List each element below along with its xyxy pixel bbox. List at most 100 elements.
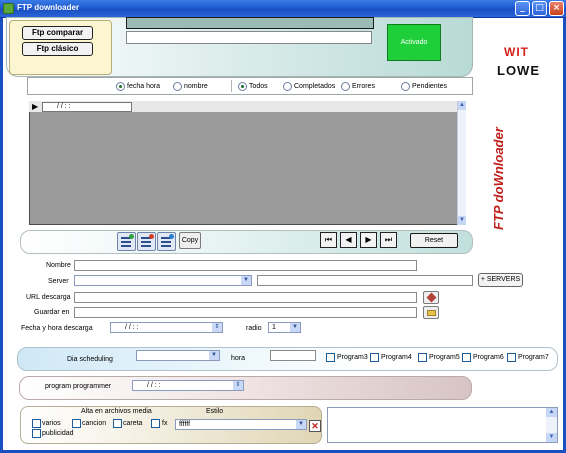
fx-checkbox[interactable] [151, 419, 160, 428]
programmer-label: program programmer [45, 383, 112, 390]
nombre-label: Nombre [46, 262, 71, 269]
estilo-select[interactable]: ffffff ▼ [175, 419, 307, 430]
program3-checkbox[interactable] [326, 353, 335, 362]
publicidad-label: publicidad [42, 430, 74, 437]
divider [231, 80, 232, 92]
guardar-label: Guardar en [34, 309, 70, 316]
downloads-grid[interactable] [29, 101, 466, 225]
chevron-down-icon: ▼ [296, 420, 306, 429]
program7-label: Program7 [518, 354, 549, 361]
fx-label: fx [162, 420, 168, 427]
first-record-button[interactable]: ⏮ [320, 232, 337, 248]
radio-dot-icon [283, 82, 292, 91]
ftp-clasico-button[interactable]: Ftp clásico [22, 42, 93, 56]
chevron-down-icon: ▼ [290, 323, 300, 332]
mode-selector-box: Ftp comparar Ftp clásico [9, 20, 112, 75]
copy-button[interactable]: Copy [179, 232, 201, 249]
status-strip [126, 17, 374, 29]
cancion-checkbox[interactable] [72, 419, 81, 428]
radio-label: radio [246, 325, 262, 332]
program4-checkbox[interactable] [370, 353, 379, 362]
ftp-comparar-button[interactable]: Ftp comparar [22, 26, 93, 40]
radio-todos[interactable]: Todos [238, 82, 268, 91]
program7-checkbox[interactable] [507, 353, 516, 362]
url-input[interactable] [74, 292, 417, 303]
toolbar-panel [20, 230, 473, 254]
scroll-down-icon[interactable]: ▼ [546, 433, 557, 442]
careta-label: careta [123, 420, 143, 427]
hora-label: hora [231, 355, 246, 362]
delete-row-icon[interactable] [137, 232, 156, 251]
program5-checkbox[interactable] [418, 353, 427, 362]
grid-date-cell[interactable]: / / : : [42, 102, 132, 112]
scroll-up-icon[interactable]: ▲ [546, 408, 557, 417]
confirm-row-icon[interactable] [157, 232, 176, 251]
link-brush-icon[interactable] [423, 291, 439, 304]
program3-label: Program3 [337, 354, 368, 361]
status-input[interactable] [126, 31, 372, 44]
varios-checkbox[interactable] [32, 419, 41, 428]
wit-logo: WIT [504, 45, 529, 59]
filter-bar: fecha hora nombre Todos Completados Erro… [27, 77, 473, 95]
server-detail-input[interactable] [257, 275, 473, 286]
next-record-button[interactable]: ▶ [360, 232, 377, 248]
window-title: FTP downloader [17, 3, 80, 12]
radio-dot-icon [341, 82, 350, 91]
radio-select[interactable]: 1 ▼ [268, 322, 301, 333]
app-icon [3, 3, 14, 14]
cancion-label: cancion [82, 420, 107, 427]
prev-record-button[interactable]: ◀ [340, 232, 357, 248]
program6-label: Program6 [473, 354, 504, 361]
chevron-down-icon: ▼ [209, 351, 219, 360]
hora-input[interactable] [270, 350, 316, 361]
radio-dot-icon [116, 82, 125, 91]
spin-icon[interactable]: ⇕ [233, 381, 243, 390]
publicidad-checkbox[interactable] [32, 429, 41, 438]
nombre-input[interactable] [74, 260, 417, 271]
add-row-icon[interactable] [117, 232, 136, 251]
programmer-date-input[interactable]: / / : : ⇕ [132, 380, 244, 391]
chevron-down-icon: ▼ [241, 276, 251, 285]
radio-nombre[interactable]: nombre [173, 82, 208, 91]
activado-button[interactable]: Activado [387, 24, 441, 61]
program6-checkbox[interactable] [462, 353, 471, 362]
scroll-up-icon[interactable]: ▲ [458, 101, 466, 110]
maximize-button[interactable]: □ [532, 1, 547, 16]
varios-label: varios [42, 420, 61, 427]
title-bar[interactable] [0, 0, 566, 18]
estilo-label: Estilo [206, 408, 224, 415]
program4-label: Program4 [381, 354, 412, 361]
radio-completados[interactable]: Completados [283, 82, 335, 91]
radio-errores[interactable]: Errores [341, 82, 375, 91]
reset-button[interactable]: Reset [410, 233, 458, 248]
alta-label: Alta en archivos media [81, 408, 152, 415]
close-button[interactable]: × [549, 1, 564, 16]
row-pointer-icon: ▶ [32, 102, 39, 111]
last-record-button[interactable]: ⏭ [380, 232, 397, 248]
server-label: Server [48, 278, 69, 285]
dia-scheduling-select[interactable]: ▼ [136, 350, 220, 361]
scroll-down-icon[interactable]: ▼ [458, 216, 466, 225]
radio-pendientes[interactable]: Pendientes [401, 82, 447, 91]
spin-icon[interactable]: ⇕ [212, 323, 222, 332]
minimize-button[interactable]: _ [515, 1, 530, 16]
folder-icon[interactable] [423, 306, 439, 319]
careta-checkbox[interactable] [113, 419, 122, 428]
radio-fecha-hora[interactable]: fecha hora [116, 82, 160, 91]
notes-textarea[interactable] [327, 407, 558, 443]
radio-dot-icon [238, 82, 247, 91]
radio-dot-icon [173, 82, 182, 91]
notes-scrollbar[interactable]: ▲ ▼ [546, 408, 557, 442]
radio-dot-icon [401, 82, 410, 91]
fecha-input[interactable]: / / : : ⇕ [110, 322, 223, 333]
clear-x-icon[interactable]: ✕ [309, 420, 321, 432]
grid-scrollbar[interactable]: ▲ ▼ [457, 101, 466, 225]
fecha-label: Fecha y hora descarga [21, 325, 93, 332]
server-select[interactable]: ▼ [74, 275, 252, 286]
ftp-downloader-logo: FTP doWnloader [491, 127, 506, 230]
dia-scheduling-label: Dia scheduling [67, 356, 113, 363]
url-label: URL descarga [26, 294, 71, 301]
program5-label: Program5 [429, 354, 460, 361]
add-servers-button[interactable]: + SERVERS [478, 273, 523, 287]
guardar-input[interactable] [74, 307, 417, 318]
